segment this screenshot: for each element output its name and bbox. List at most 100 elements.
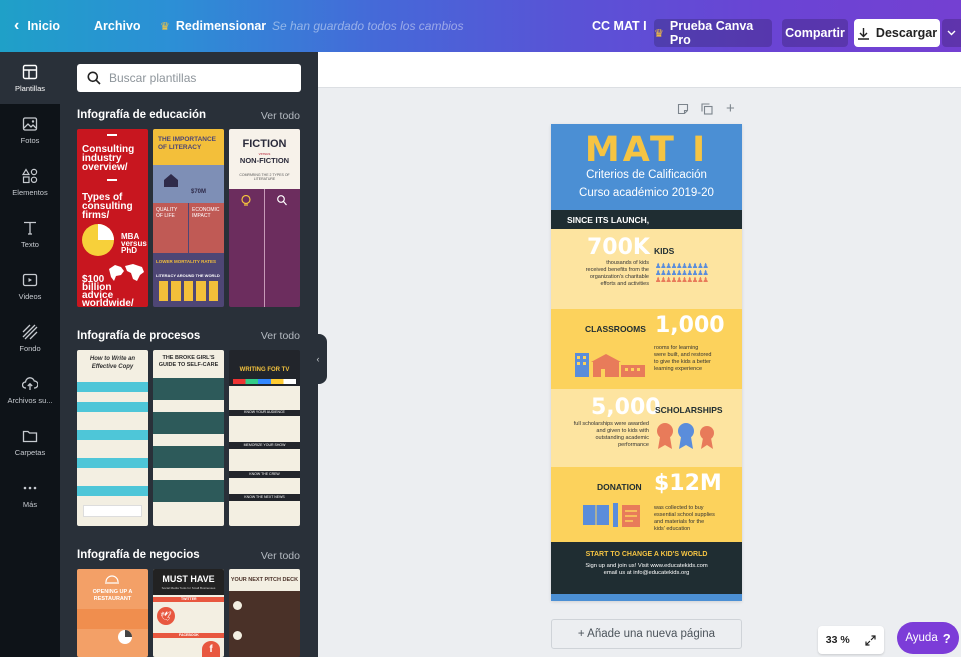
kids-number: 700K	[587, 235, 650, 260]
rail-label: Videos	[18, 291, 42, 301]
classrooms-text: to give the kids a better	[654, 359, 711, 365]
download-label: Descargar	[875, 26, 938, 40]
download-options-button[interactable]	[942, 19, 961, 47]
thumb-text: FICTION	[242, 138, 287, 150]
rail-label: Plantillas	[14, 83, 45, 93]
see-all-education-link[interactable]: Ver todo	[261, 110, 300, 122]
thumb-text: YOUR NEXT PITCH DECK	[230, 577, 299, 583]
kids-text: received benefits from the	[585, 267, 649, 273]
rail-label: Carpetas	[14, 447, 46, 457]
thumb-text: $70M	[191, 189, 207, 195]
add-note-button[interactable]	[677, 103, 689, 118]
thumb-text: Social Media Tools for Small Businesses	[161, 586, 216, 590]
thumb-text: MUST HAVE	[162, 574, 215, 584]
rail-item-folders[interactable]: Carpetas	[0, 416, 60, 468]
thumb-band	[153, 378, 224, 400]
facebook-icon: f	[202, 641, 220, 657]
classrooms-text: were built, and restored	[654, 352, 712, 358]
donation-text: essential school supplies	[654, 512, 715, 518]
design-page[interactable]: MAT I Criterios de Calificación Curso ac…	[551, 124, 742, 601]
rail-item-photos[interactable]: Fotos	[0, 104, 60, 156]
duplicate-page-button[interactable]	[701, 103, 713, 118]
thumb-text: KNOW YOUR AUDIENCE	[244, 410, 285, 414]
scholarships-text: performance	[618, 442, 649, 448]
rail-item-background[interactable]: Fondo	[0, 312, 60, 364]
add-new-page-button[interactable]: + Añade una nueva página	[551, 619, 742, 649]
template-thumb-effective-copy[interactable]: How to Write an Effective Copy	[77, 350, 148, 526]
rail-item-elements[interactable]: Elementos	[0, 156, 60, 208]
rail-label: Archivos su...	[7, 395, 53, 405]
see-all-business-link[interactable]: Ver todo	[261, 550, 300, 562]
home-button[interactable]: ‹ Inicio	[14, 0, 60, 52]
classrooms-section[interactable]: CLASSROOMS 1,000 rooms for learning were…	[551, 309, 742, 389]
thumb-band	[153, 480, 224, 502]
people-icons-orange: ♟♟♟♟♟♟♟♟♟♟	[655, 277, 709, 284]
fullscreen-icon[interactable]	[865, 634, 876, 646]
thumb-box	[83, 505, 142, 517]
layout-icon	[22, 64, 38, 79]
chevron-down-icon	[947, 30, 956, 36]
design-bottom-strip	[551, 594, 742, 601]
thumb-text: FACEBOOK	[179, 633, 199, 637]
thumb-text: WRITING FOR TV	[239, 367, 290, 373]
scholarships-section[interactable]: 5,000 SCHOLARSHIPS full scholarships wer…	[551, 389, 742, 467]
color-bars	[233, 379, 296, 384]
rail-item-videos[interactable]: Videos	[0, 260, 60, 312]
design-subtitle-2[interactable]: Curso académico 2019-20	[551, 187, 742, 199]
help-label: Ayuda	[905, 632, 938, 644]
design-title[interactable]: MAT I	[551, 130, 742, 170]
rail-item-uploads[interactable]: Archivos su...	[0, 364, 60, 416]
chevron-left-icon: ‹	[14, 17, 20, 34]
rail-item-text[interactable]: Texto	[0, 208, 60, 260]
scholarships-number: 5,000	[591, 395, 661, 420]
since-launch-banner[interactable]: SINCE ITS LAUNCH,	[551, 210, 742, 229]
classrooms-label: CLASSROOMS	[585, 324, 646, 334]
bar	[171, 281, 181, 301]
template-thumb-writing-tv[interactable]: WRITING FOR TV KNOW YOUR AUDIENCE MEMORI…	[229, 350, 300, 526]
rail-label: Texto	[21, 239, 39, 249]
design-header: MAT I Criterios de Calificación Curso ac…	[551, 124, 742, 210]
thumb-band	[77, 458, 148, 468]
copy-icon	[701, 103, 713, 115]
cloche-icon	[105, 575, 119, 584]
see-all-processes-link[interactable]: Ver todo	[261, 330, 300, 342]
add-page-icon-button[interactable]: +	[726, 100, 735, 117]
zoom-control[interactable]: 33 %	[818, 626, 884, 654]
template-thumb-fiction[interactable]: FICTION versus NON-FICTION COMPARING THE…	[229, 129, 300, 307]
template-thumb-restaurant[interactable]: OPENING UP A RESTAURANT	[77, 569, 148, 657]
design-subtitle-1[interactable]: Criterios de Calificación	[551, 169, 742, 181]
template-thumb-pitch-deck[interactable]: YOUR NEXT PITCH DECK	[229, 569, 300, 657]
resize-button[interactable]: ♛ Redimensionar	[160, 0, 266, 52]
download-button[interactable]: Descargar	[854, 19, 940, 47]
try-pro-button[interactable]: ♛ Prueba Canva Pro	[654, 19, 772, 47]
document-title[interactable]: CC MAT I	[592, 0, 647, 52]
divider	[264, 189, 265, 307]
thumb-text: NON-FICTION	[239, 156, 290, 165]
thumb-text: OF LIFE	[156, 213, 175, 219]
file-menu-button[interactable]: Archivo	[94, 0, 141, 52]
section-title-education: Infografía de educación	[77, 109, 207, 121]
thumb-text: LOWER MORTALITY RATES	[156, 259, 216, 264]
design-footer[interactable]: START TO CHANGE A KID'S WORLD Sign up an…	[551, 542, 742, 594]
zoom-level[interactable]: 33 %	[826, 634, 850, 646]
template-thumb-literacy[interactable]: THE IMPORTANCE OF LITERACY $70M QUALITY …	[153, 129, 224, 307]
top-bar: ‹ Inicio Archivo ♛ Redimensionar Se han …	[0, 0, 961, 52]
template-thumb-self-care[interactable]: THE BROKE GIRL'S GUIDE TO SELF-CARE	[153, 350, 224, 526]
collapse-panel-button[interactable]: ‹	[309, 334, 327, 384]
template-thumb-consulting[interactable]: Consulting industry overview/ Types of c…	[77, 129, 148, 307]
rail-item-more[interactable]: Más	[0, 468, 60, 520]
template-thumb-social-media[interactable]: MUST HAVE Social Media Tools for Small B…	[153, 569, 224, 657]
help-button[interactable]: Ayuda ?	[897, 622, 959, 654]
thumb-text: PhD	[121, 246, 137, 255]
thumb-text: Effective Copy	[91, 364, 134, 370]
rail-item-templates[interactable]: Plantillas	[0, 52, 60, 104]
step-dot	[233, 601, 242, 610]
home-label: Inicio	[27, 19, 60, 33]
footer-text: email us at info@educatekids.org	[603, 570, 690, 576]
twitter-icon: 🕊	[157, 607, 175, 625]
kids-section[interactable]: 700K KIDS thousands of kids received ben…	[551, 229, 742, 309]
thumb-band	[153, 446, 224, 468]
donation-section[interactable]: DONATION $12M was collected to buy essen…	[551, 467, 742, 542]
template-search-field[interactable]: Buscar plantillas	[77, 64, 301, 92]
share-button[interactable]: Compartir	[782, 19, 848, 47]
